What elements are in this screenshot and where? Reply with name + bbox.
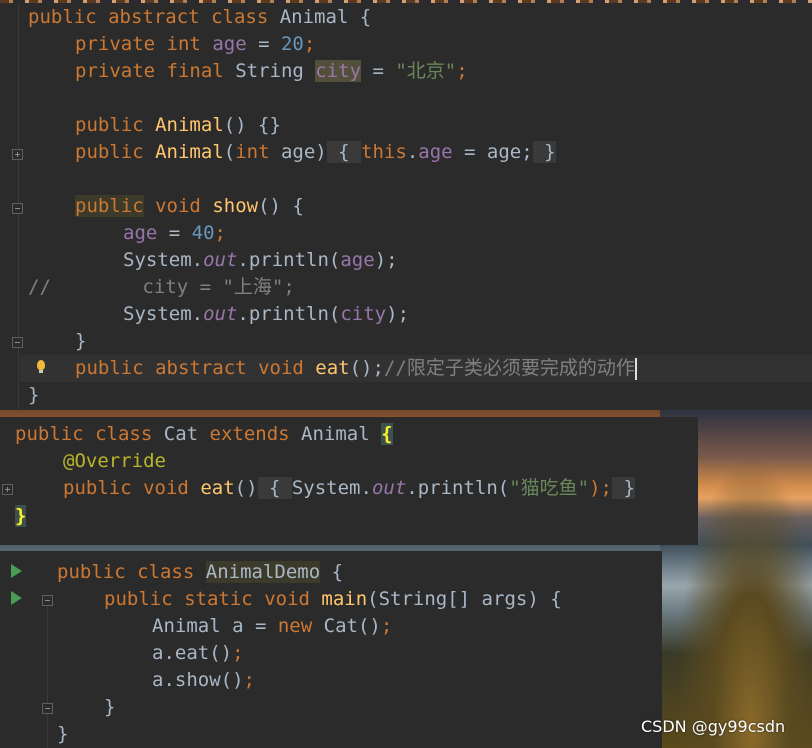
code-line[interactable]: }: [104, 694, 115, 721]
code-line[interactable]: public void eat() { System.out.println("…: [63, 475, 635, 502]
code-line[interactable]: @Override: [63, 448, 166, 475]
code-line[interactable]: }: [57, 721, 68, 748]
run-icon[interactable]: [11, 591, 22, 605]
fold-icon[interactable]: [2, 484, 13, 495]
editor-panel-animal-demo[interactable]: public class AnimalDemo { public static …: [0, 551, 662, 748]
code-line[interactable]: public class Cat extends Animal {: [15, 421, 393, 448]
code-line[interactable]: }: [15, 503, 27, 530]
code-line[interactable]: public class AnimalDemo {: [57, 559, 343, 586]
code-line[interactable]: public void show() {: [75, 193, 304, 220]
code-line[interactable]: }: [75, 328, 86, 355]
fold-icon[interactable]: [12, 203, 23, 214]
code-line[interactable]: age = 40;: [123, 220, 226, 247]
fold-guide: [47, 601, 48, 748]
text-caret: [634, 357, 637, 380]
code-line[interactable]: Animal a = new Cat();: [152, 613, 392, 640]
code-line[interactable]: System.out.println(city);: [123, 301, 409, 328]
code-line[interactable]: public static void main(String[] args) {: [104, 586, 562, 613]
run-icon[interactable]: [11, 564, 22, 578]
fold-icon[interactable]: [42, 595, 53, 606]
code-line[interactable]: System.out.println(age);: [123, 247, 398, 274]
code-line[interactable]: private int age = 20;: [75, 31, 315, 58]
fold-icon[interactable]: [12, 337, 23, 348]
code-line[interactable]: public Animal(int age) { this.age = age;…: [75, 139, 556, 166]
code-line[interactable]: public Animal() {}: [75, 112, 281, 139]
code-line[interactable]: a.eat();: [152, 640, 244, 667]
fold-icon[interactable]: [12, 149, 23, 160]
editor-panel-animal[interactable]: public abstract class Animal { private i…: [0, 3, 812, 410]
fold-icon[interactable]: [42, 703, 53, 714]
code-line[interactable]: // city = "上海";: [28, 274, 295, 301]
code-line[interactable]: a.show();: [152, 667, 255, 694]
watermark: CSDN @gy99csdn: [641, 717, 786, 736]
code-line[interactable]: public abstract class Animal {: [28, 4, 371, 31]
code-line[interactable]: private final String city = "北京";: [75, 58, 468, 85]
code-line[interactable]: public abstract void eat();//限定子类必须要完成的动…: [75, 355, 637, 382]
code-line[interactable]: }: [28, 382, 39, 409]
intention-bulb-icon[interactable]: [37, 360, 45, 373]
editor-panel-cat[interactable]: public class Cat extends Animal { @Overr…: [0, 417, 698, 545]
